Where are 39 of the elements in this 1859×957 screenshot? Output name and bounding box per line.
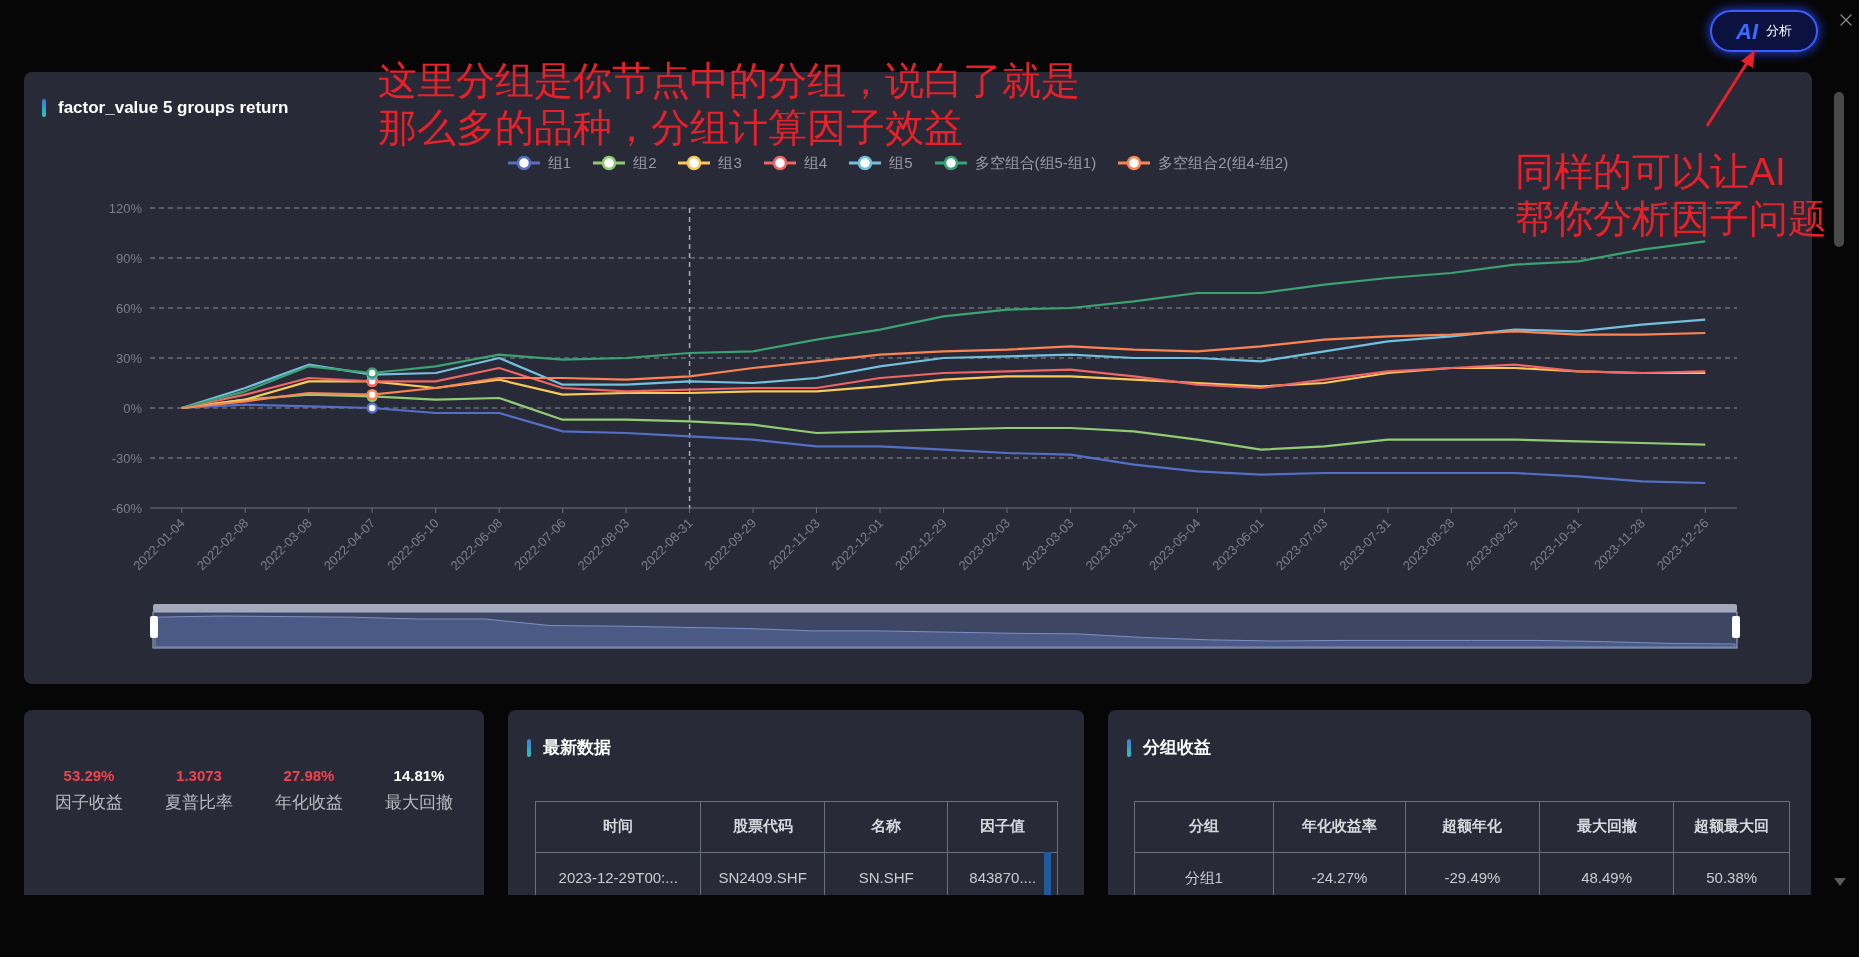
y-axis-label: 90% (115, 251, 142, 266)
metric-value: 27.98% (283, 766, 335, 786)
column-header: 年化收益率 (1272, 801, 1406, 852)
metric-label: 最大回撤 (385, 791, 453, 814)
metric-value: 14.81% (393, 766, 445, 786)
annotation-text: 这里分组是你节点中的分组，说白了就是 (378, 58, 1080, 104)
column-header: 超额年化 (1405, 801, 1539, 852)
panel-title: factor_value 5 groups return (58, 97, 289, 119)
metric-label: 因子收益 (55, 791, 123, 814)
column-header: 最大回撤 (1538, 801, 1674, 852)
table-cell-text: 2023-12-29T00:... (557, 868, 679, 889)
column-header: 因子值 (947, 801, 1057, 852)
y-axis-label: 30% (115, 351, 142, 366)
y-axis-label: 120% (108, 201, 142, 216)
column-header: 名称 (823, 801, 948, 852)
table-cell: -24.27% (1272, 852, 1406, 895)
column-header: 时间 (602, 816, 635, 837)
annotation-text: 帮你分析因子问题 (1515, 196, 1827, 242)
table-cell: -29.49% (1405, 852, 1539, 895)
table-cell: 48.49% (1538, 852, 1674, 895)
y-axis-label: 0% (123, 401, 142, 416)
column-header: 分组 (1187, 816, 1220, 837)
panel-title: 分组收益 (1143, 737, 1211, 759)
metric-label: 夏普比率 (165, 791, 233, 814)
column-header: 超额最大回 (1673, 801, 1789, 852)
column-header: 股票代码 (700, 801, 824, 852)
y-axis-label: -60% (111, 501, 142, 516)
table-cell-text: 分组1 (1183, 868, 1224, 889)
table-cell: 50.38% (1673, 852, 1789, 895)
metric-label: 年化收益 (275, 791, 343, 814)
y-axis-label: 60% (115, 301, 142, 316)
metric-value: 1.3073 (176, 766, 222, 786)
table-cell: SN.SHF (823, 852, 948, 895)
metric-value: 53.29% (63, 766, 115, 786)
panel-title: 最新数据 (543, 737, 611, 759)
annotation-text: 同样的可以让AI (1515, 149, 1787, 195)
annotation-text: 那么多的品种，分组计算因子效益 (378, 105, 964, 151)
y-axis-label: -30% (111, 451, 142, 466)
table-cell: SN2409.SHF (700, 852, 824, 895)
